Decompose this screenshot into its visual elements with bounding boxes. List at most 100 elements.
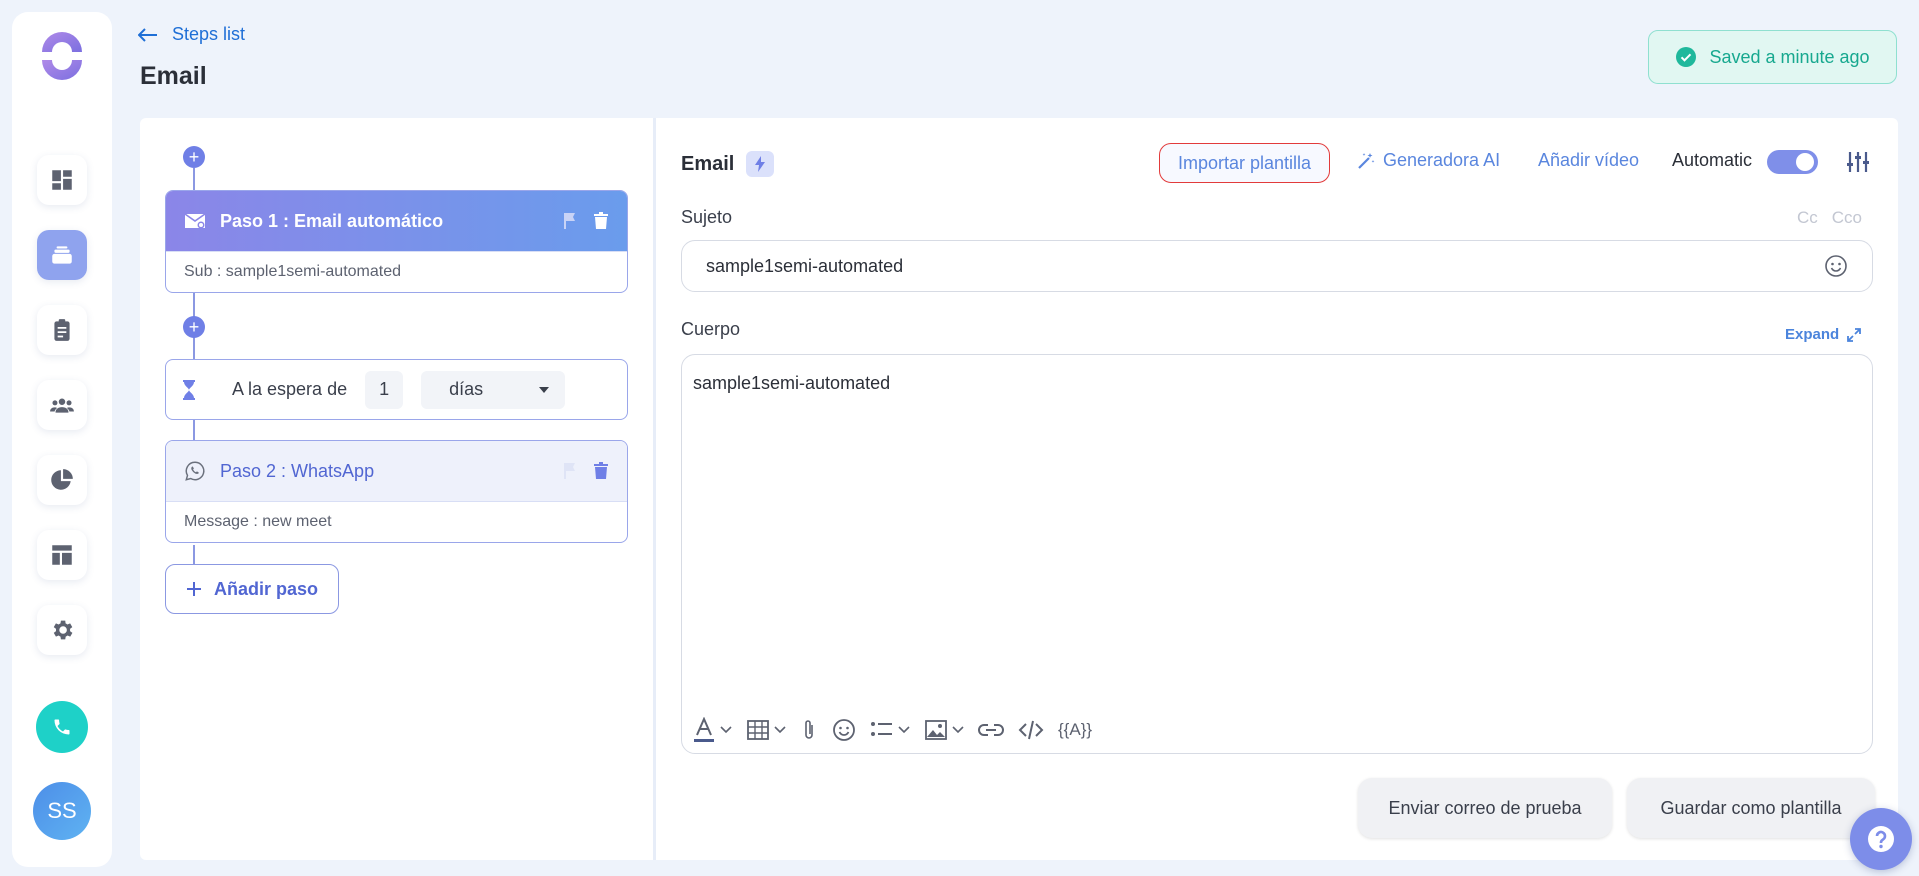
pie-chart-icon [51,469,73,490]
nav-templates[interactable] [37,530,87,580]
cc-link[interactable]: Cc [1797,208,1818,228]
avatar[interactable]: SS [33,782,91,840]
emoji-icon[interactable] [1824,254,1848,278]
automation-badge [746,151,775,177]
nav-reports[interactable] [37,455,87,505]
cc-links: Cc Cco [1797,208,1862,228]
nav-dashboard[interactable] [37,155,87,205]
editor-title: Email [681,151,775,177]
call-button[interactable] [36,701,88,753]
body-text[interactable]: sample1semi-automated [693,373,890,394]
automatic-label: Automatic [1672,150,1753,170]
gear-icon [53,620,73,640]
page-title: Email [140,62,207,90]
wait-step-card[interactable]: A la espera de 1 días [165,359,628,420]
bolt-icon [755,156,766,172]
whatsapp-icon [185,461,205,481]
save-as-template-button[interactable]: Guardar como plantilla [1627,778,1875,838]
sidebar: SS [12,12,112,867]
ai-generator-button[interactable]: Generadora AI [1357,150,1500,171]
step-card-email[interactable]: Paso 1 : Email automático Sub : sample1s… [165,190,628,293]
clipboard-icon [54,319,70,341]
chevron-down-icon [720,726,732,734]
help-button[interactable] [1850,808,1912,870]
image-button[interactable] [924,719,964,741]
step-header[interactable]: Paso 1 : Email automático [166,191,627,251]
subject-input[interactable]: sample1semi-automated [681,240,1873,292]
question-icon [1868,826,1894,852]
body-label: Cuerpo [681,319,741,339]
step-header[interactable]: Paso 2 : WhatsApp [166,441,627,501]
wait-amount-input[interactable]: 1 [365,370,404,409]
add-step-label: Añadir paso [213,578,319,599]
add-step-button[interactable]: Añadir paso [165,564,339,614]
step-subtitle: Sub : sample1semi-automated [166,251,627,292]
import-template-button[interactable]: Importar plantilla [1159,143,1330,183]
subject-value: sample1semi-automated [706,255,904,276]
expand-button[interactable]: Expand [1785,326,1862,343]
cco-link[interactable]: Cco [1832,208,1862,228]
list-icon [871,722,892,736]
saved-status-badge: Saved a minute ago [1648,30,1897,84]
text-color-icon [694,717,714,742]
saved-status-text: Saved a minute ago [1709,46,1870,67]
nav-contacts[interactable] [37,380,87,430]
dashboard-icon [52,170,72,190]
nav-tasks[interactable] [37,305,87,355]
check-circle-icon [1676,47,1697,67]
phone-icon [54,719,70,735]
arrow-left-icon [138,27,157,42]
paperclip-icon[interactable] [800,718,818,742]
app-logo[interactable] [36,30,88,82]
editor-title-text: Email [681,152,735,175]
wait-unit-value: días [449,379,484,399]
flag-icon[interactable] [563,462,577,480]
body-editor[interactable]: sample1semi-automated {{A}} [681,354,1873,754]
connector-line [193,420,195,440]
connector-line [193,168,195,190]
sliders-icon[interactable] [1845,149,1871,175]
chevron-down-icon [774,726,786,734]
users-icon [50,398,74,413]
list-button[interactable] [870,720,910,740]
ai-generator-label: Generadora AI [1383,150,1501,170]
hourglass-icon [183,379,195,400]
step-subtitle: Message : new meet [166,501,627,542]
step-title: Paso 2 : WhatsApp [220,460,375,481]
link-icon[interactable] [978,721,1004,739]
send-test-email-button[interactable]: Enviar correo de prueba [1358,778,1612,838]
flag-icon[interactable] [563,212,577,230]
chevron-down-icon [952,726,964,734]
back-link-label: Steps list [172,24,246,44]
back-link[interactable]: Steps list [138,24,245,45]
email-automation-icon [184,213,206,229]
trash-icon[interactable] [593,462,609,480]
caret-down-icon [539,386,550,393]
rich-text-toolbar: {{A}} [692,717,1092,743]
plus-icon [186,582,201,596]
image-icon [925,720,947,740]
nav-sequences[interactable] [37,230,87,280]
code-icon[interactable] [1018,719,1044,741]
panel-divider [653,118,656,860]
wait-unit-select[interactable]: días [421,370,566,409]
table-button[interactable] [746,719,786,741]
connector-line [193,545,195,564]
automatic-toggle[interactable] [1767,150,1818,174]
add-video-button[interactable]: Añadir vídeo [1538,150,1639,171]
add-step-before-button[interactable]: + [183,146,205,168]
emoji-icon[interactable] [832,718,856,742]
table-icon [747,720,769,740]
template-variable-button[interactable]: {{A}} [1058,720,1092,740]
layout-icon [52,545,72,565]
trash-icon[interactable] [593,212,609,230]
wait-label: A la espera de [232,379,348,399]
add-step-between-button[interactable]: + [183,316,205,338]
step-card-whatsapp[interactable]: Paso 2 : WhatsApp Message : new meet [165,440,628,543]
chevron-down-icon [898,726,910,734]
expand-icon [1847,327,1862,342]
sequences-icon [52,246,72,264]
text-color-button[interactable] [692,717,732,743]
nav-settings[interactable] [37,605,87,655]
subject-label: Sujeto [681,207,733,227]
